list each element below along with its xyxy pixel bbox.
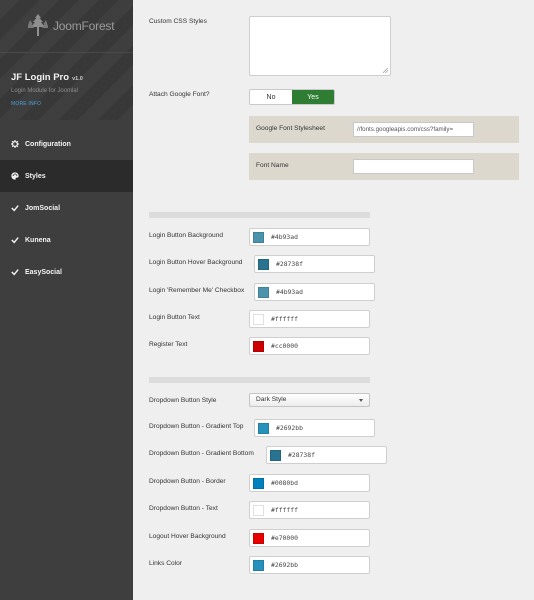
- attach-font-label: Attach Google Font?: [149, 91, 210, 98]
- product-subtitle: Login Module for Joomla!: [11, 88, 79, 94]
- color-swatch[interactable]: [253, 313, 264, 325]
- sidebar-item-kunena[interactable]: Kunena: [0, 224, 133, 256]
- color-label: Logout Hover Background: [149, 533, 226, 540]
- color-value: #ffffff: [271, 315, 298, 323]
- sidebar-item-styles[interactable]: Styles: [0, 160, 133, 192]
- brand-divider: [0, 52, 133, 53]
- gear-icon: [11, 140, 19, 148]
- color-field-logout-hover[interactable]: #e70000: [249, 529, 370, 547]
- color-swatch[interactable]: [258, 258, 269, 270]
- logo[interactable]: JoomForest: [0, 8, 133, 44]
- color-field-login-bg[interactable]: #4b93ad: [249, 228, 370, 246]
- product-title: JF Login Pro v1.0: [11, 72, 83, 83]
- product-name: JF Login Pro: [11, 72, 70, 83]
- color-label: Dropdown Button - Border: [149, 478, 226, 485]
- sidebar-item-jomsocial[interactable]: JomSocial: [0, 192, 133, 224]
- color-label: Register Text: [149, 341, 188, 348]
- color-swatch[interactable]: [253, 559, 264, 571]
- font-stylesheet-row: Google Font Stylesheet //fonts.googleapi…: [249, 116, 519, 143]
- sidebar-item-configuration[interactable]: Configuration: [0, 128, 133, 160]
- section-divider: [149, 377, 370, 383]
- sidebar-item-label: JomSocial: [25, 204, 61, 212]
- attach-font-toggle: No Yes: [249, 89, 335, 105]
- section-divider: [149, 212, 370, 218]
- more-info-link[interactable]: MORE INFO: [11, 101, 41, 107]
- version-badge: v1.0: [72, 76, 83, 82]
- color-value: #4b93ad: [271, 233, 298, 241]
- color-value: #cc0000: [271, 342, 298, 350]
- dropdown-style-select[interactable]: Dark Style: [249, 393, 370, 407]
- color-label: Login Button Hover Background: [149, 259, 243, 266]
- check-icon: [11, 269, 19, 276]
- color-field-remember-checkbox[interactable]: #4b93ad: [254, 283, 375, 301]
- color-field-links[interactable]: #2692bb: [249, 556, 370, 574]
- color-value: #28738f: [276, 260, 303, 268]
- toggle-no-button[interactable]: No: [250, 90, 292, 104]
- color-label: Links Color: [149, 560, 182, 567]
- sidebar-nav: Configuration Styles JomSocial Kunena Ea…: [0, 128, 133, 288]
- sidebar-item-label: EasySocial: [25, 268, 62, 276]
- color-swatch[interactable]: [253, 504, 264, 516]
- color-field-gradient-bottom[interactable]: #28738f: [266, 446, 387, 464]
- color-field-dropdown-text[interactable]: #ffffff: [249, 501, 370, 519]
- color-value: #2692bb: [271, 561, 298, 569]
- check-icon: [11, 205, 19, 212]
- select-value: Dark Style: [256, 396, 287, 403]
- toggle-yes-button[interactable]: Yes: [292, 90, 334, 104]
- color-swatch[interactable]: [270, 449, 281, 461]
- color-swatch[interactable]: [253, 340, 264, 352]
- main-panel: Custom CSS Styles Attach Google Font? No…: [133, 0, 534, 600]
- brand-header: JoomForest JF Login Pro v1.0 Login Module…: [0, 0, 133, 120]
- color-field-register-text[interactable]: #cc0000: [249, 337, 370, 355]
- font-name-input[interactable]: [353, 159, 474, 174]
- tree-logo-icon: [28, 14, 48, 36]
- color-label: Login Button Text: [149, 314, 200, 321]
- dropdown-style-label: Dropdown Button Style: [149, 397, 217, 404]
- sidebar-item-label: Kunena: [25, 236, 51, 244]
- color-field-border[interactable]: #0080bd: [249, 474, 370, 492]
- color-label: Login Button Background: [149, 232, 224, 239]
- color-label: Dropdown Button - Text: [149, 505, 218, 512]
- color-value: #2692bb: [276, 424, 303, 432]
- color-swatch[interactable]: [253, 477, 264, 489]
- chevron-down-icon: [359, 399, 363, 402]
- color-value: #ffffff: [271, 506, 298, 514]
- color-swatch[interactable]: [258, 422, 269, 434]
- custom-css-label: Custom CSS Styles: [149, 18, 207, 25]
- font-stylesheet-input[interactable]: //fonts.googleapis.com/css?family=: [353, 122, 474, 137]
- check-icon: [11, 237, 19, 244]
- color-value: #4b93ad: [276, 288, 303, 296]
- color-label: Dropdown Button - Gradient Top: [149, 423, 244, 430]
- color-swatch[interactable]: [258, 286, 269, 298]
- sidebar-item-easysocial[interactable]: EasySocial: [0, 256, 133, 288]
- logo-text: JoomForest: [53, 19, 115, 33]
- color-value: #e70000: [271, 534, 298, 542]
- color-label: Login 'Remember Me' Checkbox: [149, 287, 245, 294]
- palette-icon: [11, 172, 19, 180]
- color-value: #28738f: [288, 451, 315, 459]
- sidebar: JoomForest JF Login Pro v1.0 Login Module…: [0, 0, 133, 600]
- color-value: #0080bd: [271, 479, 298, 487]
- color-field-gradient-top[interactable]: #2692bb: [254, 419, 375, 437]
- sidebar-item-label: Configuration: [25, 140, 71, 148]
- color-field-login-text[interactable]: #ffffff: [249, 310, 370, 328]
- color-field-login-hover-bg[interactable]: #28738f: [254, 255, 375, 273]
- font-stylesheet-label: Google Font Stylesheet: [256, 125, 325, 132]
- font-name-row: Font Name: [249, 153, 519, 180]
- color-swatch[interactable]: [253, 532, 264, 544]
- color-label: Dropdown Button - Gradient Bottom: [149, 450, 254, 457]
- color-swatch[interactable]: [253, 231, 264, 243]
- font-name-label: Font Name: [256, 162, 289, 169]
- custom-css-textarea[interactable]: [249, 16, 391, 76]
- sidebar-item-label: Styles: [25, 172, 46, 180]
